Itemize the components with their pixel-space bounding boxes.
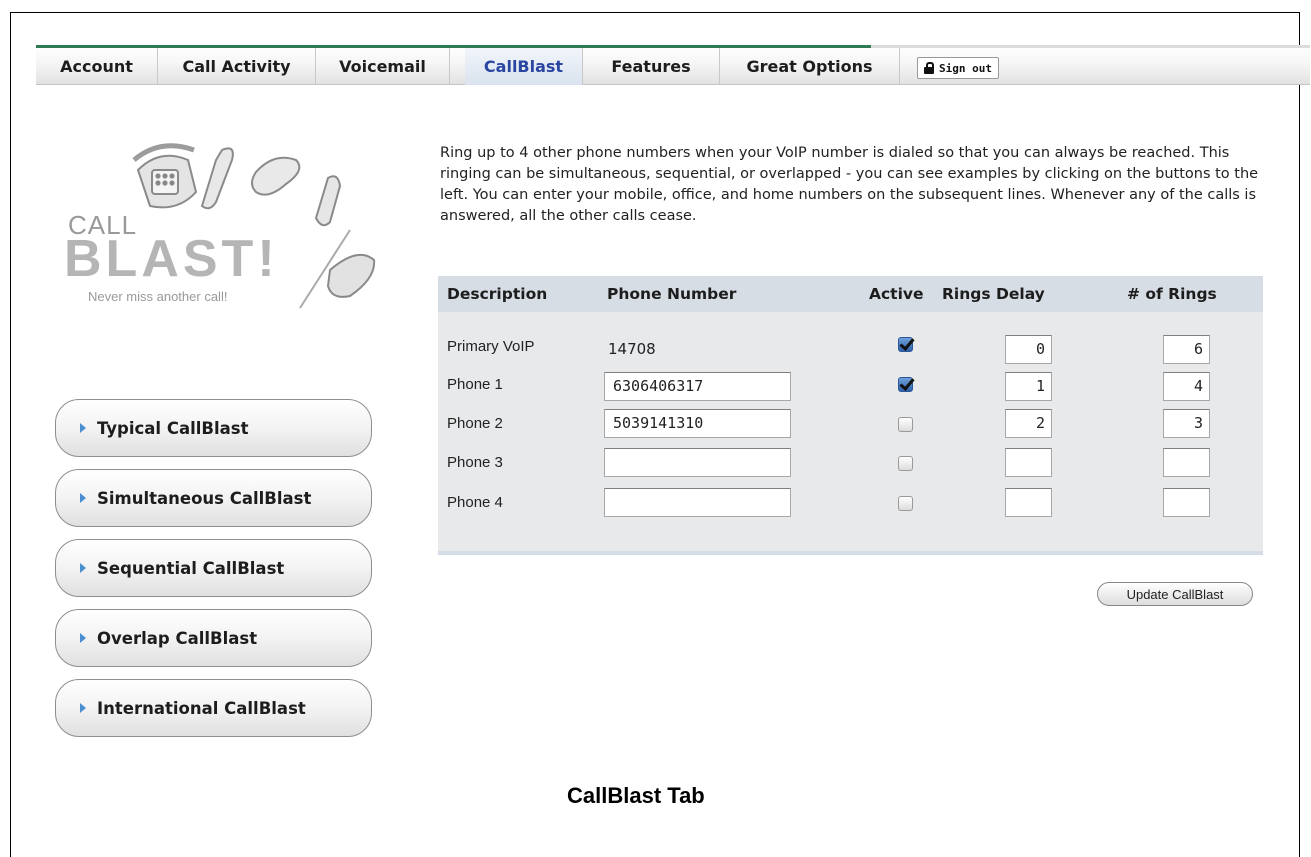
figure-caption: CallBlast Tab xyxy=(567,783,705,808)
tab-call-activity[interactable]: Call Activity xyxy=(158,48,316,85)
rings-delay-field[interactable]: 0 xyxy=(1005,335,1052,364)
header-phone-number: Phone Number xyxy=(607,285,737,303)
phone-number-field[interactable]: 5039141310 xyxy=(604,409,791,438)
play-triangle-icon xyxy=(80,493,86,503)
phone-number-field[interactable] xyxy=(604,488,791,517)
logo-blast-text: BLAST! xyxy=(64,230,279,288)
sequential-callblast-label: Sequential CallBlast xyxy=(97,558,285,578)
active-checkbox[interactable] xyxy=(898,456,913,471)
tab-voicemail[interactable]: Voicemail xyxy=(316,48,450,85)
simultaneous-callblast-label: Simultaneous CallBlast xyxy=(97,488,312,508)
num-rings-field[interactable]: 3 xyxy=(1163,409,1210,438)
active-checkbox[interactable] xyxy=(898,337,913,352)
play-triangle-icon xyxy=(80,423,86,433)
row-description: Phone 1 xyxy=(447,376,503,393)
sign-out-button[interactable]: Sign out xyxy=(917,57,999,79)
header-num-rings: # of Rings xyxy=(1127,285,1217,303)
typical-callblast-button[interactable]: Typical CallBlast xyxy=(55,399,372,457)
callblast-settings-table: Description Phone Number Active Rings De… xyxy=(438,276,1263,555)
sign-out-label: Sign out xyxy=(939,61,992,75)
row-description: Primary VoIP xyxy=(447,338,535,355)
tab-account[interactable]: Account xyxy=(36,48,158,85)
row-description: Phone 2 xyxy=(447,415,503,432)
num-rings-field[interactable] xyxy=(1163,448,1210,477)
active-checkbox[interactable] xyxy=(898,377,913,392)
active-checkbox[interactable] xyxy=(898,496,913,511)
update-callblast-button[interactable]: Update CallBlast xyxy=(1097,582,1253,606)
tab-great-options[interactable]: Great Options xyxy=(720,48,900,85)
table-header: Description Phone Number Active Rings De… xyxy=(438,276,1263,312)
num-rings-field[interactable]: 6 xyxy=(1163,335,1210,364)
tab-features[interactable]: Features xyxy=(583,48,720,85)
play-triangle-icon xyxy=(80,633,86,643)
overlap-callblast-label: Overlap CallBlast xyxy=(97,628,258,648)
sequential-callblast-button[interactable]: Sequential CallBlast xyxy=(55,539,372,597)
row-description: Phone 3 xyxy=(447,454,503,471)
phone-number-field[interactable]: 6306406317 xyxy=(604,372,791,401)
rings-delay-field[interactable] xyxy=(1005,448,1052,477)
typical-callblast-label: Typical CallBlast xyxy=(97,418,249,438)
overlap-callblast-button[interactable]: Overlap CallBlast xyxy=(55,609,372,667)
header-description: Description xyxy=(447,285,548,303)
primary-phone-value: 14708 xyxy=(608,340,656,358)
callblast-logo: CALL BLAST! Never miss another call! xyxy=(60,130,390,310)
num-rings-field[interactable]: 4 xyxy=(1163,372,1210,401)
lock-icon xyxy=(924,62,934,74)
header-active: Active xyxy=(869,285,924,303)
logo-tagline: Never miss another call! xyxy=(88,289,228,304)
play-triangle-icon xyxy=(80,563,86,573)
tab-callblast[interactable]: CallBlast xyxy=(465,48,583,85)
rings-delay-field[interactable] xyxy=(1005,488,1052,517)
intro-description: Ring up to 4 other phone numbers when yo… xyxy=(440,145,1259,224)
header-rings-delay: Rings Delay xyxy=(942,285,1045,303)
international-callblast-label: International CallBlast xyxy=(97,698,306,718)
international-callblast-button[interactable]: International CallBlast xyxy=(55,679,372,737)
active-checkbox[interactable] xyxy=(898,417,913,432)
play-triangle-icon xyxy=(80,703,86,713)
simultaneous-callblast-button[interactable]: Simultaneous CallBlast xyxy=(55,469,372,527)
rings-delay-field[interactable]: 1 xyxy=(1005,372,1052,401)
num-rings-field[interactable] xyxy=(1163,488,1210,517)
top-navigation-bar: Account Call Activity Voicemail CallBlas… xyxy=(36,45,1310,85)
phone-number-field[interactable] xyxy=(604,448,791,477)
rings-delay-field[interactable]: 2 xyxy=(1005,409,1052,438)
row-description: Phone 4 xyxy=(447,494,503,511)
